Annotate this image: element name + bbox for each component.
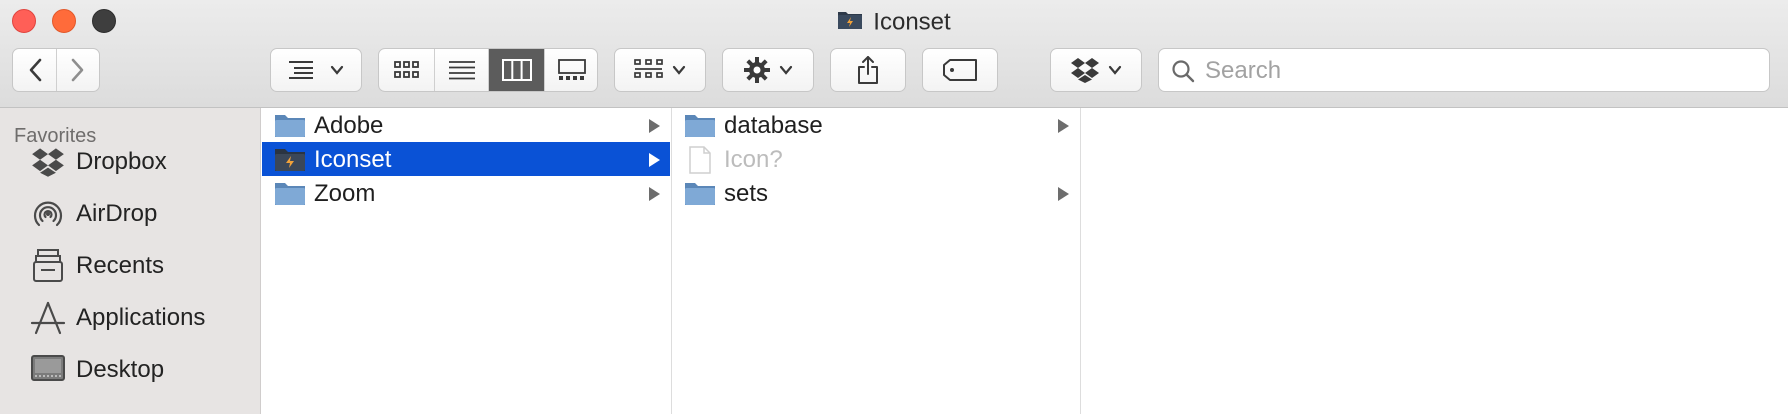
list-view-button[interactable] bbox=[435, 49, 489, 91]
forward-button[interactable] bbox=[56, 49, 99, 91]
dropbox-icon bbox=[1070, 57, 1100, 83]
disclosure-arrow-icon bbox=[649, 119, 660, 133]
view-mode-control bbox=[378, 48, 598, 92]
search-placeholder: Search bbox=[1205, 57, 1282, 84]
sidebar-item-label: Desktop bbox=[76, 356, 165, 383]
item-label: Zoom bbox=[314, 180, 376, 207]
chevron-down-icon bbox=[330, 65, 344, 75]
recents-icon bbox=[28, 246, 68, 286]
item-label: Adobe bbox=[314, 112, 384, 139]
chevron-down-icon bbox=[779, 65, 793, 75]
dropbox-menu-button[interactable] bbox=[1050, 48, 1142, 92]
item-label: Icon? bbox=[724, 146, 783, 173]
search-field[interactable]: Search bbox=[1158, 48, 1770, 92]
sidebar-item-airdrop[interactable]: AirDrop bbox=[28, 192, 157, 236]
disclosure-arrow-icon bbox=[649, 153, 660, 167]
sidebar-item-label: Dropbox bbox=[76, 148, 167, 175]
toolbar: Iconset Search bbox=[0, 0, 1788, 108]
gear-icon bbox=[743, 56, 771, 84]
column-view-icon bbox=[501, 59, 532, 81]
document-icon bbox=[688, 146, 712, 179]
sidebar-item-dropbox[interactable]: Dropbox bbox=[28, 140, 167, 184]
action-menu-button[interactable] bbox=[722, 48, 814, 92]
back-forward-control bbox=[12, 48, 100, 92]
window-title-text: Iconset bbox=[873, 8, 951, 36]
sidebar-item-desktop[interactable]: Desktop bbox=[28, 348, 164, 392]
dark-folder-icon bbox=[837, 6, 863, 40]
folder-icon bbox=[684, 180, 716, 211]
chevron-down-icon bbox=[1108, 65, 1122, 75]
column-view-button[interactable] bbox=[489, 49, 544, 91]
list-item-icon-file[interactable]: Icon? bbox=[672, 142, 1079, 176]
list-item-adobe[interactable]: Adobe bbox=[262, 108, 670, 142]
gallery-view-icon bbox=[557, 59, 586, 81]
tag-icon bbox=[942, 59, 978, 81]
sidebar-item-label: Recents bbox=[76, 252, 165, 279]
item-label: Iconset bbox=[314, 146, 392, 173]
sidebar: Favorites Dropbox AirDrop Recents Applic… bbox=[0, 108, 261, 414]
sidebar-item-label: AirDrop bbox=[76, 200, 158, 227]
browser-column-3[interactable] bbox=[1081, 108, 1788, 414]
browser-column-2: database Icon? sets bbox=[672, 108, 1081, 414]
item-label: database bbox=[724, 112, 823, 139]
disclosure-arrow-icon bbox=[1058, 119, 1069, 133]
chevron-left-icon bbox=[28, 58, 42, 82]
sort-menu-button[interactable] bbox=[270, 48, 362, 92]
tags-button[interactable] bbox=[922, 48, 998, 92]
list-item-database[interactable]: database bbox=[672, 108, 1079, 142]
folder-icon bbox=[684, 112, 716, 143]
airdrop-icon bbox=[28, 194, 68, 234]
folder-icon bbox=[274, 112, 306, 143]
list-item-zoom[interactable]: Zoom bbox=[262, 176, 670, 210]
folder-icon bbox=[274, 180, 306, 211]
browser-column-1: Adobe Iconset Zoom bbox=[262, 108, 672, 414]
dark-folder-icon bbox=[274, 146, 306, 177]
gallery-view-button[interactable] bbox=[544, 49, 597, 91]
dropbox-icon bbox=[28, 142, 68, 182]
chevron-down-icon bbox=[672, 65, 686, 75]
share-button[interactable] bbox=[830, 48, 906, 92]
disclosure-arrow-icon bbox=[649, 187, 660, 201]
sidebar-item-recents[interactable]: Recents bbox=[28, 244, 164, 288]
icon-view-button[interactable] bbox=[379, 49, 434, 91]
list-view-icon bbox=[448, 60, 476, 80]
list-item-iconset[interactable]: Iconset bbox=[262, 142, 670, 176]
sidebar-item-applications[interactable]: Applications bbox=[28, 296, 205, 340]
share-icon bbox=[856, 55, 880, 85]
disclosure-arrow-icon bbox=[1058, 187, 1069, 201]
desktop-icon bbox=[28, 350, 68, 390]
group-icon bbox=[634, 59, 664, 81]
window-title: Iconset bbox=[0, 5, 1788, 40]
chevron-right-icon bbox=[71, 58, 85, 82]
list-item-sets[interactable]: sets bbox=[672, 176, 1079, 210]
group-menu-button[interactable] bbox=[614, 48, 706, 92]
applications-icon bbox=[28, 298, 68, 338]
back-button[interactable] bbox=[13, 49, 56, 91]
icon-view-icon bbox=[393, 61, 420, 79]
search-icon bbox=[1171, 59, 1195, 88]
item-label: sets bbox=[724, 180, 769, 207]
list-sort-icon bbox=[288, 60, 322, 80]
sidebar-item-label: Applications bbox=[76, 304, 206, 331]
